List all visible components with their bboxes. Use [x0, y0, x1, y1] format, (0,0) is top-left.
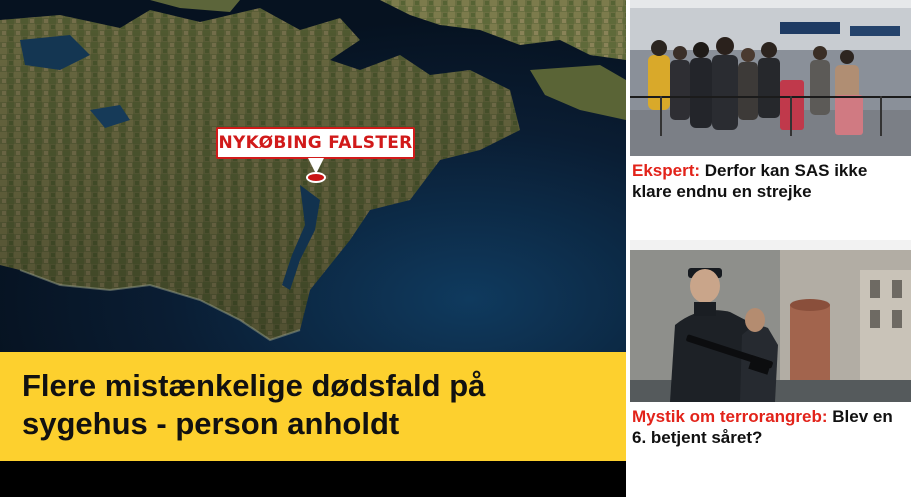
main-headline[interactable]: Flere mistænkelige dødsfald på sygehus -… — [22, 367, 604, 443]
story-divider — [630, 240, 911, 250]
map-pin-icon — [306, 172, 326, 183]
armed-police-photo — [630, 250, 911, 402]
headline-box[interactable]: Flere mistænkelige dødsfald på sygehus -… — [0, 352, 626, 461]
side-story-title[interactable]: Mystik om terrorangreb: Blev en 6. betje… — [630, 402, 911, 448]
airport-queue-photo — [630, 0, 911, 156]
story-kicker: Ekspert: — [632, 161, 701, 180]
story-kicker: Mystik om terrorangreb: — [632, 407, 828, 426]
bottom-bar — [0, 461, 626, 497]
side-story-card-sas[interactable]: Ekspert: Derfor kan SAS ikke klare endnu… — [630, 0, 911, 240]
map-location-label: NYKØBING FALSTER — [216, 127, 415, 159]
side-story-card-terror[interactable]: Mystik om terrorangreb: Blev en 6. betje… — [630, 250, 911, 497]
side-story-title[interactable]: Ekspert: Derfor kan SAS ikke klare endnu… — [630, 156, 911, 202]
main-story-card[interactable]: NYKØBING FALSTER Flere mistænkelige døds… — [0, 0, 626, 497]
